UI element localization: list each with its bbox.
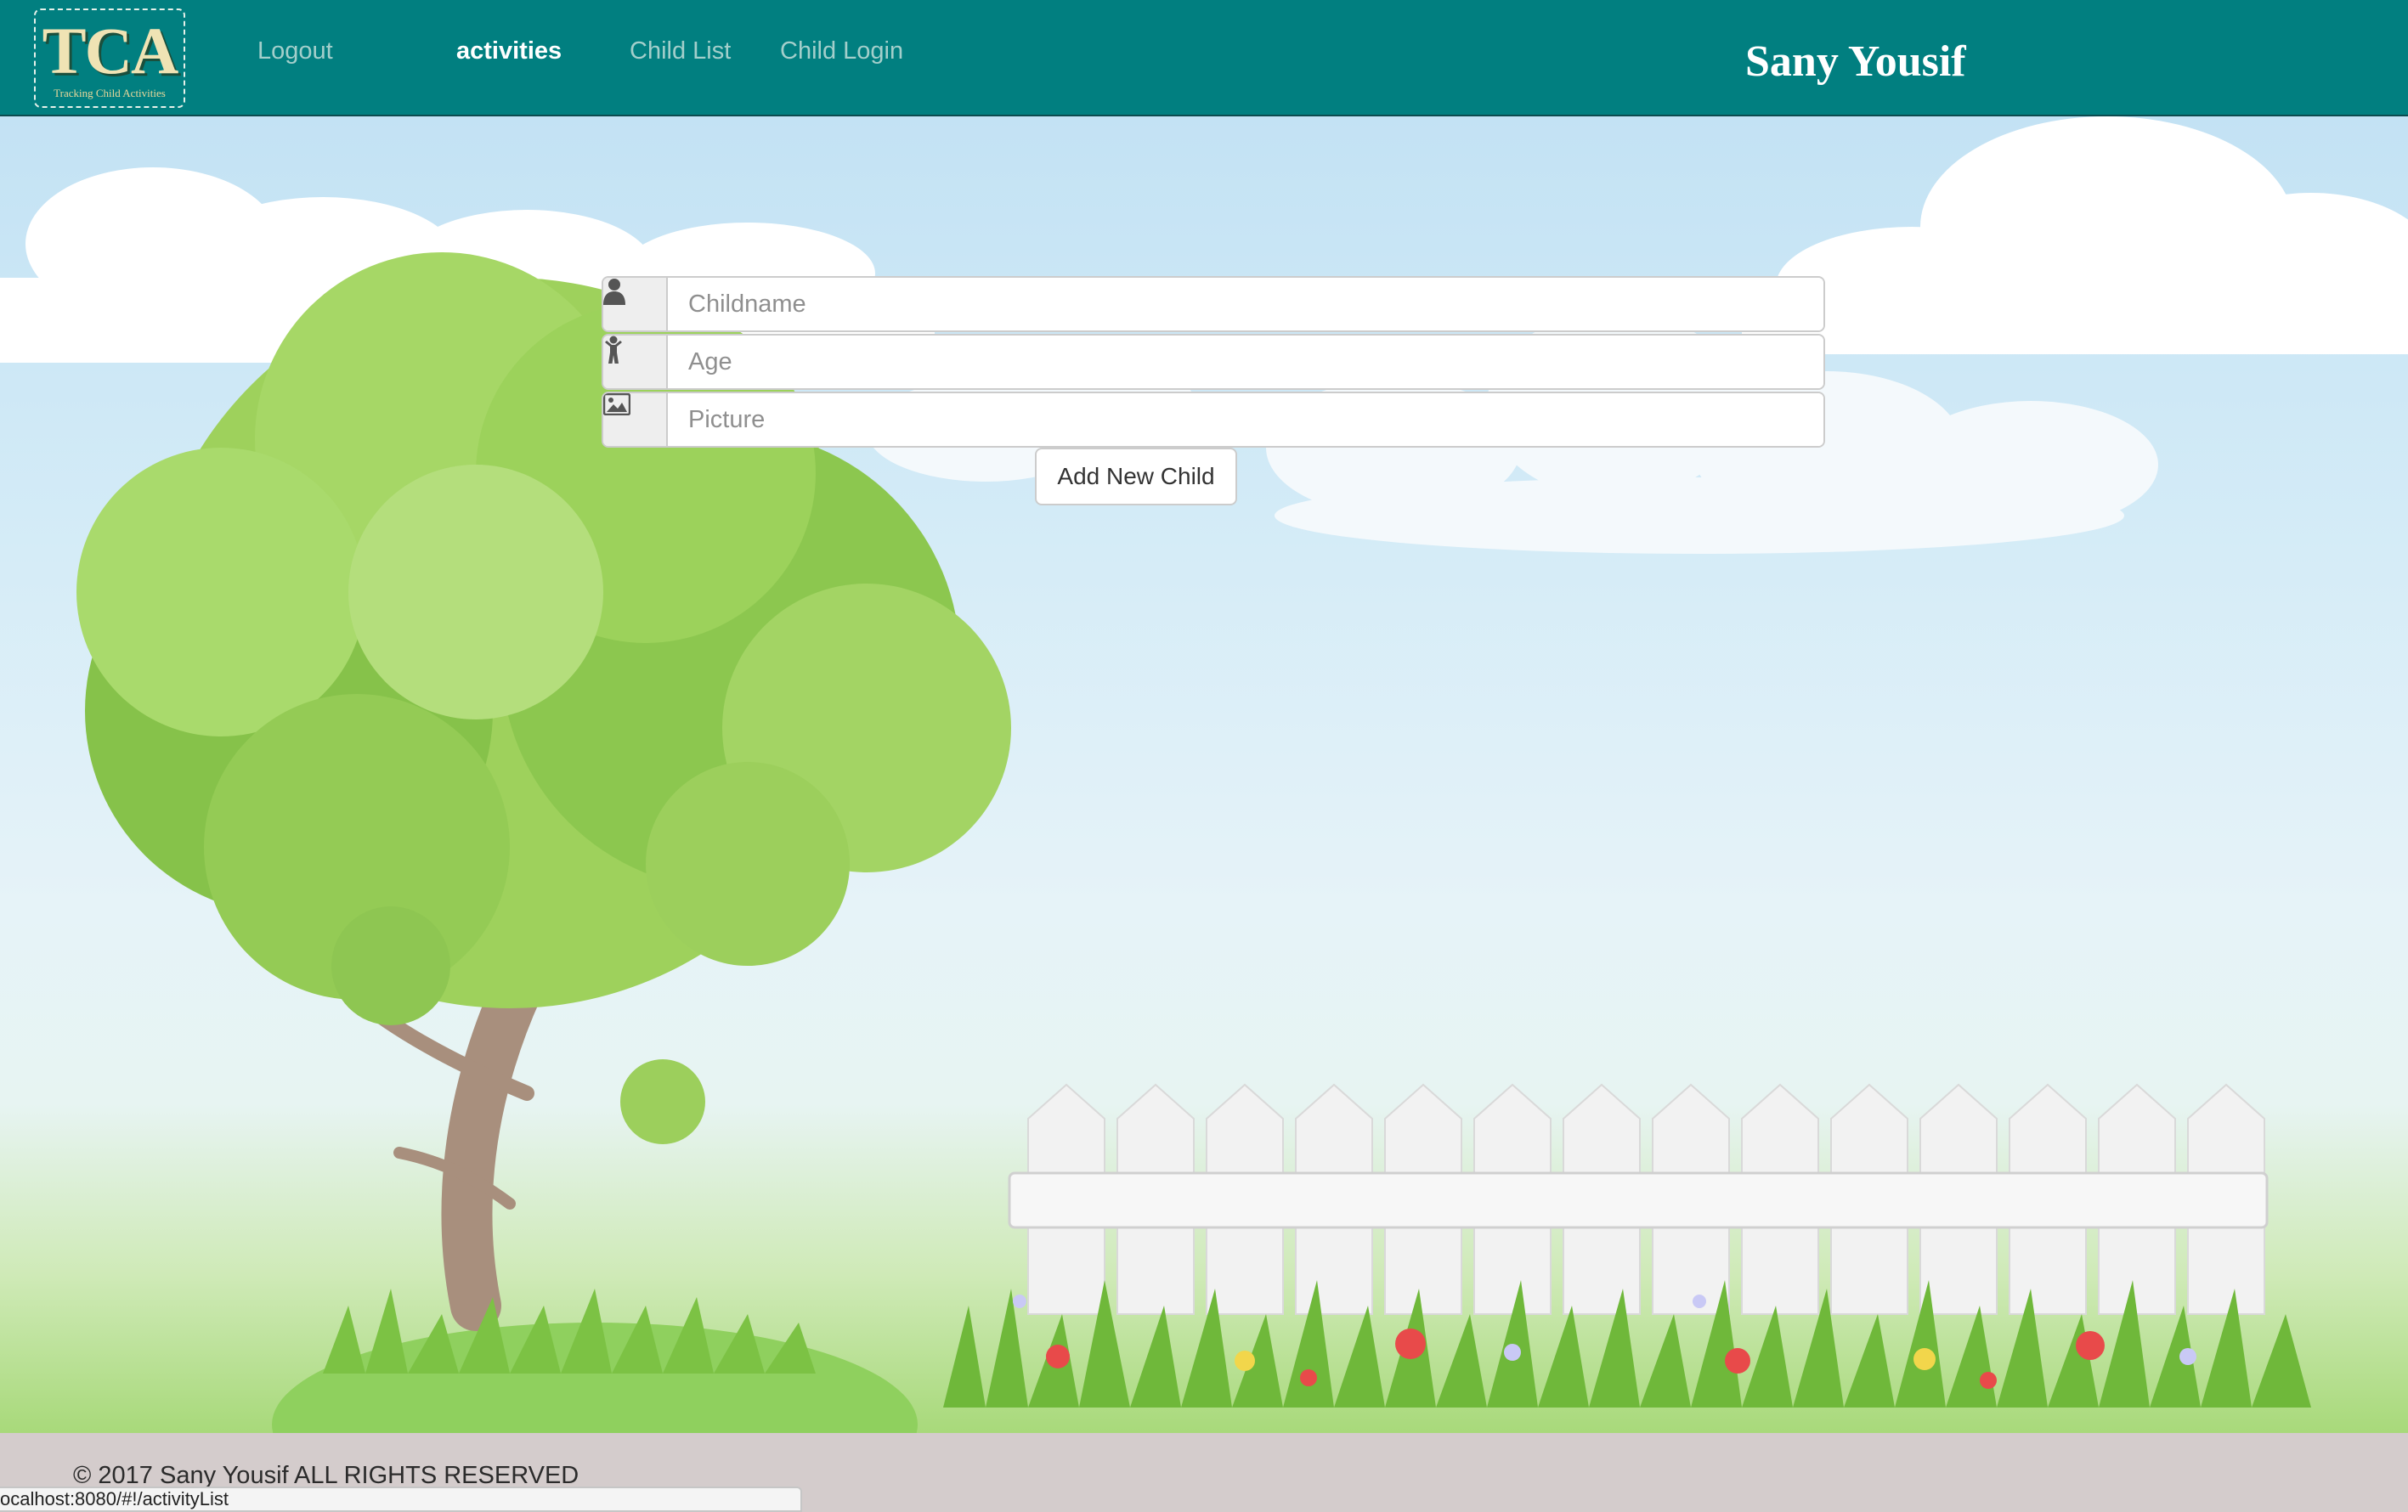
logo-subtitle: Tracking Child Activities bbox=[54, 87, 166, 99]
nav-link-child-list[interactable]: Child List bbox=[630, 34, 731, 68]
age-input-group bbox=[602, 334, 1825, 390]
add-new-child-button[interactable]: Add New Child bbox=[1035, 448, 1237, 505]
picture-icon bbox=[603, 393, 668, 446]
age-input[interactable] bbox=[668, 336, 1823, 388]
top-navbar: TCA Tracking Child Activities Logout act… bbox=[0, 0, 2408, 116]
nav-link-activities[interactable]: activities bbox=[456, 34, 562, 68]
user-name: Sany Yousif bbox=[1745, 37, 1966, 86]
picket-fence-icon bbox=[1008, 1083, 2269, 1315]
childname-input[interactable] bbox=[668, 278, 1823, 330]
cloud-right-icon bbox=[1742, 116, 2408, 354]
nav-link-logout[interactable]: Logout bbox=[257, 34, 333, 68]
browser-status-url: ocalhost:8080/#!/activityList bbox=[0, 1487, 802, 1512]
user-icon bbox=[603, 278, 668, 330]
picture-input[interactable] bbox=[668, 393, 1823, 446]
add-child-form: Add New Child bbox=[602, 276, 1825, 505]
childname-input-group bbox=[602, 276, 1825, 332]
picture-input-group bbox=[602, 392, 1825, 448]
garden-background: Add New Child bbox=[0, 116, 2408, 1433]
logo-text: TCA bbox=[42, 14, 179, 87]
child-icon bbox=[603, 336, 668, 388]
tca-logo[interactable]: TCA Tracking Child Activities bbox=[34, 8, 185, 108]
nav-link-child-login[interactable]: Child Login bbox=[780, 34, 903, 68]
